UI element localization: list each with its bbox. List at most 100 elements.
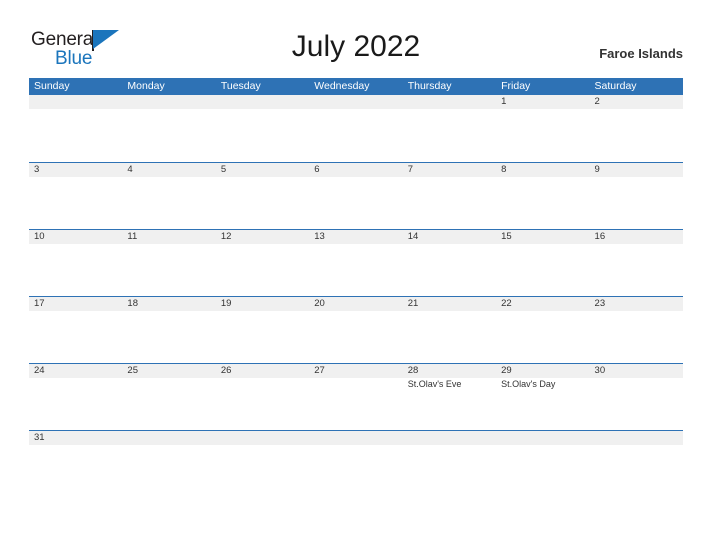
holiday-event: St.Olav's Day bbox=[501, 379, 556, 389]
day-cell[interactable]: 8 bbox=[496, 163, 589, 229]
day-number bbox=[314, 95, 402, 109]
weekday-wednesday: Wednesday bbox=[314, 80, 370, 92]
calendar-week-row: 17 18 19 20 21 22 23 bbox=[29, 296, 683, 363]
day-cell[interactable]: 9 bbox=[590, 163, 683, 229]
day-cell[interactable]: 11 bbox=[122, 230, 215, 296]
day-number: 25 bbox=[127, 365, 138, 376]
day-cell[interactable]: 14 bbox=[403, 230, 496, 296]
day-cell[interactable]: 6 bbox=[309, 163, 402, 229]
day-cell[interactable]: 20 bbox=[309, 297, 402, 363]
day-number: 30 bbox=[594, 365, 606, 376]
day-number: 22 bbox=[501, 298, 512, 309]
day-cell-empty bbox=[216, 431, 309, 460]
day-number bbox=[408, 431, 496, 445]
day-cell[interactable]: 29 St.Olav's Day bbox=[496, 364, 589, 430]
day-number: 17 bbox=[34, 298, 45, 309]
day-number: 29 bbox=[501, 365, 512, 376]
weekday-header-row: Sunday Monday Tuesday Wednesday Thursday… bbox=[29, 78, 683, 95]
day-number: 21 bbox=[407, 298, 419, 309]
day-number bbox=[221, 95, 309, 109]
day-number: 10 bbox=[34, 231, 45, 242]
day-number: 11 bbox=[127, 231, 138, 242]
day-cell-empty bbox=[590, 431, 683, 460]
day-number: 14 bbox=[407, 231, 419, 242]
day-number: 19 bbox=[220, 298, 232, 309]
day-cell[interactable]: 16 bbox=[590, 230, 683, 296]
day-number bbox=[314, 431, 402, 445]
day-number: 27 bbox=[314, 365, 325, 376]
day-number: 12 bbox=[220, 231, 232, 242]
day-cell[interactable]: 10 bbox=[29, 230, 122, 296]
calendar-week-row: 24 25 26 27 28 St.Olav's Eve 29 St.Olav's Day 30 bbox=[29, 363, 683, 430]
day-number: 13 bbox=[314, 231, 325, 242]
day-cell[interactable]: 12 bbox=[216, 230, 309, 296]
calendar-grid: Sunday Monday Tuesday Wednesday Thursday… bbox=[29, 78, 683, 460]
day-number: 26 bbox=[220, 365, 232, 376]
day-number: 7 bbox=[407, 164, 413, 175]
day-number: 20 bbox=[314, 298, 325, 309]
week-cells: 10 11 12 13 14 15 16 bbox=[29, 230, 683, 296]
day-number: 1 bbox=[501, 96, 507, 107]
day-number bbox=[34, 95, 122, 109]
day-cell[interactable]: 3 bbox=[29, 163, 122, 229]
day-number bbox=[127, 431, 215, 445]
day-number: 16 bbox=[594, 231, 606, 242]
calendar-week-row: 31 bbox=[29, 430, 683, 460]
day-cell[interactable]: 21 bbox=[403, 297, 496, 363]
weekday-sunday: Sunday bbox=[34, 80, 70, 92]
day-number: 2 bbox=[594, 96, 600, 107]
day-number: 8 bbox=[501, 164, 507, 175]
day-cell[interactable]: 15 bbox=[496, 230, 589, 296]
day-cell-empty bbox=[309, 431, 402, 460]
day-cell[interactable]: 30 bbox=[590, 364, 683, 430]
day-cell-empty bbox=[29, 95, 122, 162]
day-cell-empty bbox=[403, 95, 496, 162]
day-cell[interactable]: 28 St.Olav's Eve bbox=[403, 364, 496, 430]
day-number: 15 bbox=[501, 231, 512, 242]
week-cells: 31 bbox=[29, 431, 683, 460]
day-cell[interactable]: 25 bbox=[122, 364, 215, 430]
day-cell-empty bbox=[216, 95, 309, 162]
day-cell[interactable]: 19 bbox=[216, 297, 309, 363]
day-cell-empty bbox=[122, 431, 215, 460]
page-header: General Blue July 2022 Faroe Islands bbox=[0, 0, 712, 78]
day-number: 28 bbox=[407, 365, 419, 376]
week-cells: 17 18 19 20 21 22 23 bbox=[29, 297, 683, 363]
day-cell[interactable]: 18 bbox=[122, 297, 215, 363]
weekday-saturday: Saturday bbox=[594, 80, 637, 92]
day-cell[interactable]: 2 bbox=[590, 95, 683, 162]
day-events: St.Olav's Day bbox=[501, 378, 589, 390]
day-cell[interactable]: 31 bbox=[29, 431, 122, 460]
day-cell-empty bbox=[403, 431, 496, 460]
day-cell[interactable]: 1 bbox=[496, 95, 589, 162]
day-cell[interactable]: 13 bbox=[309, 230, 402, 296]
calendar-week-row: 10 11 12 13 14 15 16 bbox=[29, 229, 683, 296]
day-events: St.Olav's Eve bbox=[408, 378, 496, 390]
week-cells: 3 4 5 6 7 8 9 bbox=[29, 163, 683, 229]
weekday-tuesday: Tuesday bbox=[220, 80, 261, 92]
day-cell[interactable]: 26 bbox=[216, 364, 309, 430]
weekday-thursday: Thursday bbox=[407, 80, 452, 92]
day-number bbox=[127, 95, 215, 109]
calendar-week-row: 12 bbox=[29, 95, 683, 162]
day-cell[interactable]: 4 bbox=[122, 163, 215, 229]
day-number: 3 bbox=[34, 164, 40, 175]
day-cell[interactable]: 5 bbox=[216, 163, 309, 229]
day-number: 9 bbox=[594, 164, 600, 175]
day-number bbox=[221, 431, 309, 445]
day-number bbox=[595, 431, 683, 445]
day-cell[interactable]: 22 bbox=[496, 297, 589, 363]
day-cell[interactable]: 27 bbox=[309, 364, 402, 430]
day-cell-empty bbox=[122, 95, 215, 162]
day-cell[interactable]: 7 bbox=[403, 163, 496, 229]
day-number: 6 bbox=[314, 164, 320, 175]
day-cell[interactable]: 17 bbox=[29, 297, 122, 363]
calendar-page: General Blue July 2022 Faroe Islands Sun… bbox=[0, 0, 712, 550]
week-cells: 24 25 26 27 28 St.Olav's Eve 29 St.Olav's Day 30 bbox=[29, 364, 683, 430]
day-number: 5 bbox=[220, 164, 227, 175]
day-cell[interactable]: 23 bbox=[590, 297, 683, 363]
day-number: 4 bbox=[127, 164, 133, 175]
day-number: 24 bbox=[34, 365, 45, 376]
day-cell[interactable]: 24 bbox=[29, 364, 122, 430]
weekday-friday: Friday bbox=[501, 80, 531, 92]
